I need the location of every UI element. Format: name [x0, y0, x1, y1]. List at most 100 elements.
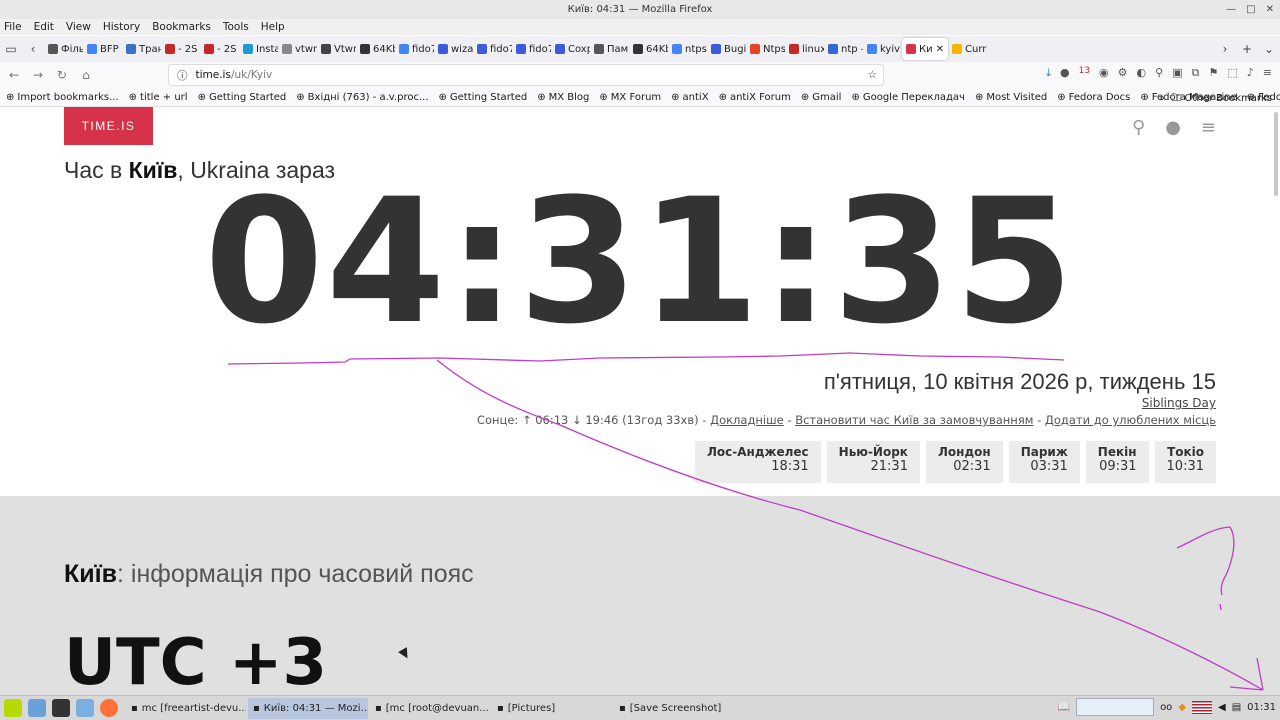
- bookmark-item[interactable]: ⊕ antiX Forum: [719, 92, 791, 103]
- tab-9[interactable]: fido7: [395, 38, 434, 60]
- taskbar-task[interactable]: ▪ mc [freeartist-devu...: [126, 698, 246, 719]
- firefox-icon[interactable]: [100, 699, 118, 717]
- tray-clock[interactable]: 01:31: [1247, 702, 1276, 713]
- tab-1[interactable]: BFP: [83, 38, 122, 60]
- menu-history[interactable]: History: [103, 21, 140, 33]
- taskbar-task[interactable]: ▪ [Pictures]: [492, 698, 612, 719]
- new-tab-button[interactable]: +: [1236, 42, 1258, 56]
- site-info-icon[interactable]: ⓘ: [177, 68, 188, 83]
- user-icon[interactable]: ●: [1165, 117, 1181, 138]
- tab-list-menu-icon[interactable]: ⌄: [1258, 42, 1280, 56]
- bookmark-item[interactable]: ⊕ Getting Started: [439, 92, 528, 103]
- start-menu-icon[interactable]: [4, 699, 22, 717]
- tab-7[interactable]: Vtwn: [317, 38, 356, 60]
- tab-11[interactable]: fido7: [473, 38, 512, 60]
- tab-2[interactable]: Тран: [122, 38, 161, 60]
- menu-edit[interactable]: Edit: [34, 21, 54, 33]
- bookmark-item[interactable]: ⊕ Fedora Docs: [1057, 92, 1130, 103]
- minimize-icon[interactable]: —: [1226, 0, 1236, 19]
- city-clock[interactable]: Лос-Анджелес 18:31: [694, 441, 821, 483]
- city-clock[interactable]: Лондон 02:31: [925, 441, 1003, 483]
- bookmark-item[interactable]: ⊕ Google Перекладач: [851, 92, 965, 103]
- page-scrollbar[interactable]: [1274, 112, 1278, 196]
- tab-13[interactable]: Coxp: [551, 38, 590, 60]
- day-name-link[interactable]: Siblings Day: [1142, 396, 1216, 410]
- tab-3[interactable]: - 2S: [161, 38, 200, 60]
- bookmark-item[interactable]: ⊕ antiX: [671, 92, 708, 103]
- taskbar-task[interactable]: ▪ Київ: 04:31 — Mozi...: [248, 697, 368, 719]
- close-icon[interactable]: ✕: [1266, 0, 1274, 19]
- extension-m-icon[interactable]: ●: [1060, 66, 1070, 80]
- tab-23[interactable]: Curr: [948, 38, 987, 60]
- city-clock[interactable]: Токіо 10:31: [1154, 441, 1216, 483]
- volume-icon[interactable]: ◀: [1218, 702, 1226, 713]
- extension-gear-icon[interactable]: ⚙: [1118, 66, 1128, 80]
- extension-flag-icon[interactable]: ⚑: [1208, 66, 1218, 80]
- back-button[interactable]: ←: [6, 68, 22, 82]
- bookmark-item[interactable]: ⊕ MX Blog: [537, 92, 589, 103]
- extension-badge-icon[interactable]: 13: [1079, 66, 1090, 80]
- bookmark-item[interactable]: ⊕ Most Visited: [975, 92, 1047, 103]
- fish-icon[interactable]: ◆: [1178, 702, 1186, 713]
- menu-tools[interactable]: Tools: [223, 21, 249, 33]
- tab-17[interactable]: Bugi: [707, 38, 746, 60]
- city-clock[interactable]: Пекін 09:31: [1085, 441, 1149, 483]
- tab-14[interactable]: Пам: [590, 38, 629, 60]
- bookmark-item[interactable]: ⊕ Gmail: [801, 92, 842, 103]
- tab-20[interactable]: ntp –: [824, 38, 863, 60]
- url-bar[interactable]: ⓘ time.is/uk/Kyiv ☆: [168, 64, 884, 86]
- tab-4[interactable]: - 2S: [200, 38, 239, 60]
- extension-translate-icon[interactable]: ⧉: [1192, 66, 1200, 80]
- city-clock[interactable]: Нью-Йорк 21:31: [826, 441, 920, 483]
- site-logo[interactable]: TIME.IS: [64, 107, 153, 145]
- extensions-icon[interactable]: ⬚: [1227, 66, 1237, 80]
- tab-18[interactable]: Ntps: [746, 38, 785, 60]
- book-icon[interactable]: 📖: [1058, 702, 1070, 713]
- bookmark-other[interactable]: » 🗀 Other Bookmarks: [1159, 91, 1272, 108]
- terminal-icon[interactable]: [52, 699, 70, 717]
- tab-16[interactable]: ntps: [668, 38, 707, 60]
- taskbar-task[interactable]: ▪ [mc [root@devuan...: [370, 698, 490, 719]
- tab-overview-icon[interactable]: ▭: [0, 42, 22, 56]
- reload-button[interactable]: ↻: [54, 68, 70, 82]
- tab-5[interactable]: Insta: [239, 38, 278, 60]
- menu-help[interactable]: Help: [261, 21, 285, 33]
- menu-bookmarks[interactable]: Bookmarks: [152, 21, 211, 33]
- link-set-default[interactable]: Встановити час Київ за замовчуванням: [795, 413, 1033, 427]
- tab-12[interactable]: fido7: [512, 38, 551, 60]
- tab-15[interactable]: 64Kb: [629, 38, 668, 60]
- bookmark-item[interactable]: ⊕ Getting Started: [198, 92, 287, 103]
- extension-cookie-icon[interactable]: ◐: [1137, 66, 1147, 80]
- menu-view[interactable]: View: [66, 21, 91, 33]
- extension-circle-icon[interactable]: ◉: [1099, 66, 1109, 80]
- search-icon[interactable]: ⚲: [1132, 117, 1145, 138]
- tab-close-icon[interactable]: ✕: [936, 44, 944, 55]
- glasses-icon[interactable]: oo: [1160, 702, 1172, 713]
- tab-10[interactable]: wiza: [434, 38, 473, 60]
- tab-scroll-left-icon[interactable]: ‹: [22, 42, 44, 56]
- tab-21[interactable]: kyiv: [863, 38, 902, 60]
- app-menu-icon[interactable]: ≡: [1263, 66, 1272, 80]
- bookmark-item[interactable]: ⊕ title + url: [129, 92, 188, 103]
- tab-6[interactable]: vtwm | v: [278, 38, 317, 60]
- bookmark-star-icon[interactable]: ☆: [868, 69, 877, 81]
- network-icon[interactable]: ▤: [1232, 702, 1241, 713]
- hamburger-menu-icon[interactable]: ≡: [1201, 117, 1216, 138]
- maximize-icon[interactable]: □: [1246, 0, 1255, 19]
- city-clock[interactable]: Париж 03:31: [1008, 441, 1080, 483]
- forward-button[interactable]: →: [30, 68, 46, 82]
- tab-scroll-right-icon[interactable]: ›: [1214, 42, 1236, 56]
- extension-puzzle-icon[interactable]: ⚲: [1155, 66, 1163, 80]
- keyboard-layout-flag-icon[interactable]: [1192, 700, 1213, 714]
- bookmark-item[interactable]: ⊕ MX Forum: [599, 92, 661, 103]
- tab-19[interactable]: linux: [785, 38, 824, 60]
- file-manager-icon[interactable]: [28, 699, 46, 717]
- downloads-icon[interactable]: ⤓: [1046, 66, 1051, 80]
- folder-icon[interactable]: [76, 699, 94, 717]
- bookmark-item[interactable]: ⊕ Вхідні (763) - a.v.proc...: [296, 92, 428, 103]
- tab-8[interactable]: 64Kb: [356, 38, 395, 60]
- tab-22[interactable]: Ки ✕: [902, 38, 948, 60]
- extension-note-icon[interactable]: ♪: [1247, 66, 1254, 80]
- bookmark-item[interactable]: ⊕ Import bookmarks...: [6, 92, 119, 103]
- tray-input-box[interactable]: [1076, 698, 1155, 716]
